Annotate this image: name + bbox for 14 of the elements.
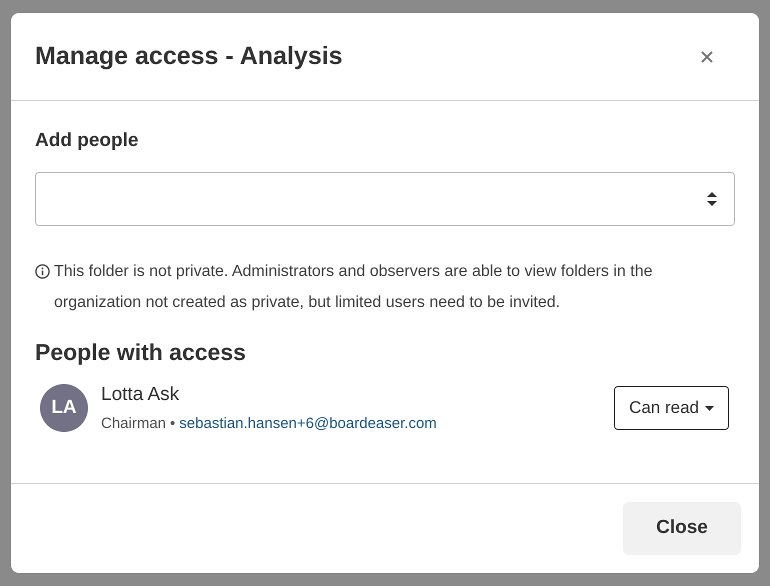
permission-dropdown[interactable]: Can read <box>614 386 729 430</box>
avatar: LA <box>40 384 88 432</box>
caret-icon <box>705 406 714 410</box>
dialog-title: Manage access - Analysis <box>35 40 343 72</box>
sort-caret-icon <box>706 190 718 208</box>
close-button[interactable]: Close <box>623 502 741 555</box>
field-label: Add people <box>35 129 140 153</box>
info-icon <box>35 264 50 278</box>
person-name: Lotta Ask <box>101 383 180 407</box>
separator-dot: • <box>170 414 176 434</box>
notice-text: This folder is not private. Administrators and observers are able to view folders in the organization not created as private, but limited users need to be invited. <box>54 262 654 312</box>
section-heading: People with access <box>35 338 247 367</box>
person-role: Chairman <box>101 414 166 434</box>
email-link[interactable]: sebastian.hansen+6@boardeaser.com <box>179 412 437 435</box>
